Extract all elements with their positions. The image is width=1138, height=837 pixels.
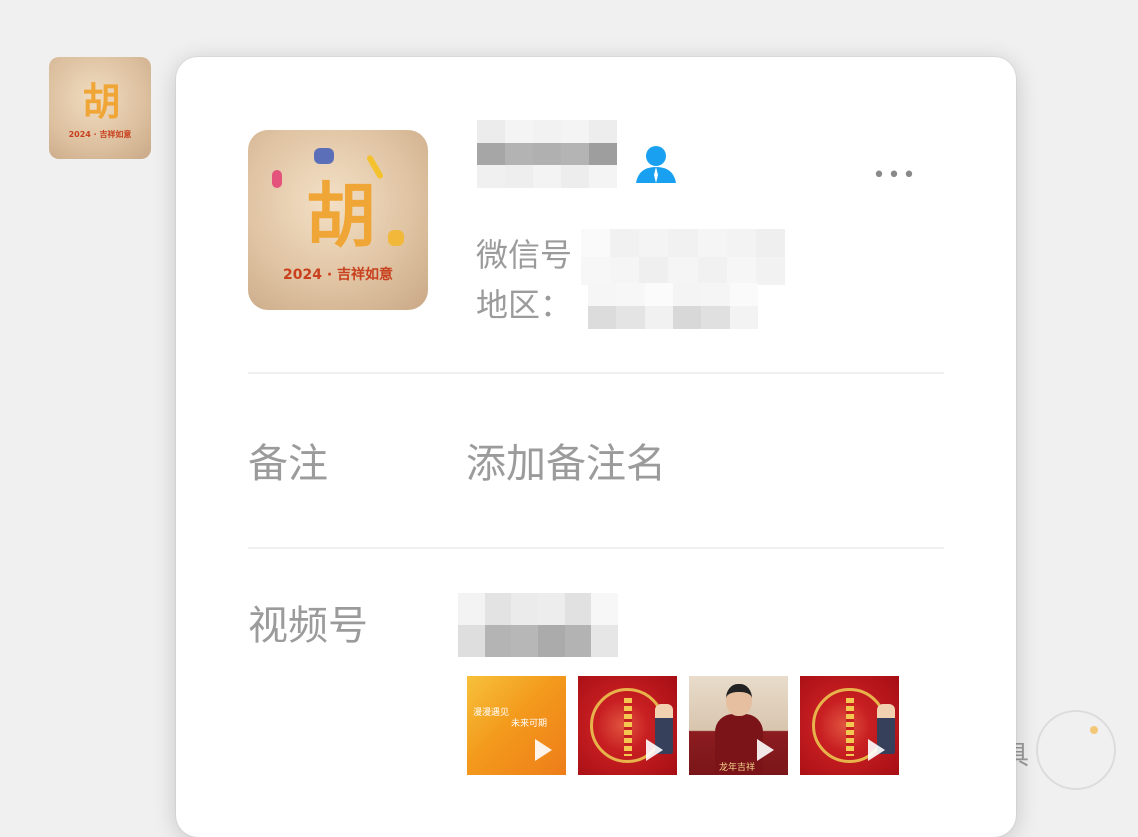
chat-avatar[interactable]: 胡 2024 · 吉祥如意 [49, 57, 151, 159]
play-icon [646, 739, 663, 761]
channels-name-redacted[interactable] [458, 593, 618, 657]
thumbnail-lantern [846, 698, 854, 756]
chat-avatar-art-text: 胡 [82, 80, 120, 124]
thumbnail-lantern [624, 698, 632, 756]
channels-label: 视频号 [248, 603, 368, 649]
region-label: 地区： [476, 286, 573, 324]
video-caption: 漫漫遇见 [473, 708, 510, 718]
region-redacted [588, 283, 758, 329]
divider [248, 372, 944, 374]
play-icon [868, 739, 885, 761]
video-thumbnail[interactable] [800, 676, 899, 775]
add-remark-link[interactable]: 添加备注名 [466, 440, 666, 488]
video-thumbnail[interactable]: 龙年吉祥 [689, 676, 788, 775]
video-thumbnail[interactable]: 漫漫遇见 未来可期 [467, 676, 566, 775]
play-icon [757, 739, 774, 761]
avatar-art-subtext: 2024 · 吉祥如意 [282, 267, 394, 283]
video-thumbnail[interactable] [578, 676, 677, 775]
wechat-id-redacted [581, 229, 785, 285]
profile-avatar[interactable]: 胡 2024 · 吉祥如意 [248, 130, 428, 310]
video-caption: 未来可期 [511, 719, 548, 729]
nickname-redacted [477, 120, 617, 188]
chat-avatar-art-subtext: 2024 · 吉祥如意 [68, 130, 132, 139]
thumbnail-head [726, 684, 752, 716]
profile-card: 胡 2024 · 吉祥如意 ••• 微信号 地区： 备注 添加备注名 视频号 漫… [176, 57, 1016, 837]
wechat-id-label: 微信号 [476, 236, 573, 274]
watermark-dot [1090, 726, 1098, 734]
divider [248, 547, 944, 549]
play-icon [535, 739, 552, 761]
more-options-button[interactable]: ••• [870, 161, 920, 191]
remark-label: 备注 [248, 441, 328, 487]
avatar-art-text: 胡 [306, 175, 376, 257]
watermark-logo [1036, 710, 1116, 790]
video-caption: 龙年吉祥 [719, 763, 756, 773]
person-icon [636, 146, 676, 183]
